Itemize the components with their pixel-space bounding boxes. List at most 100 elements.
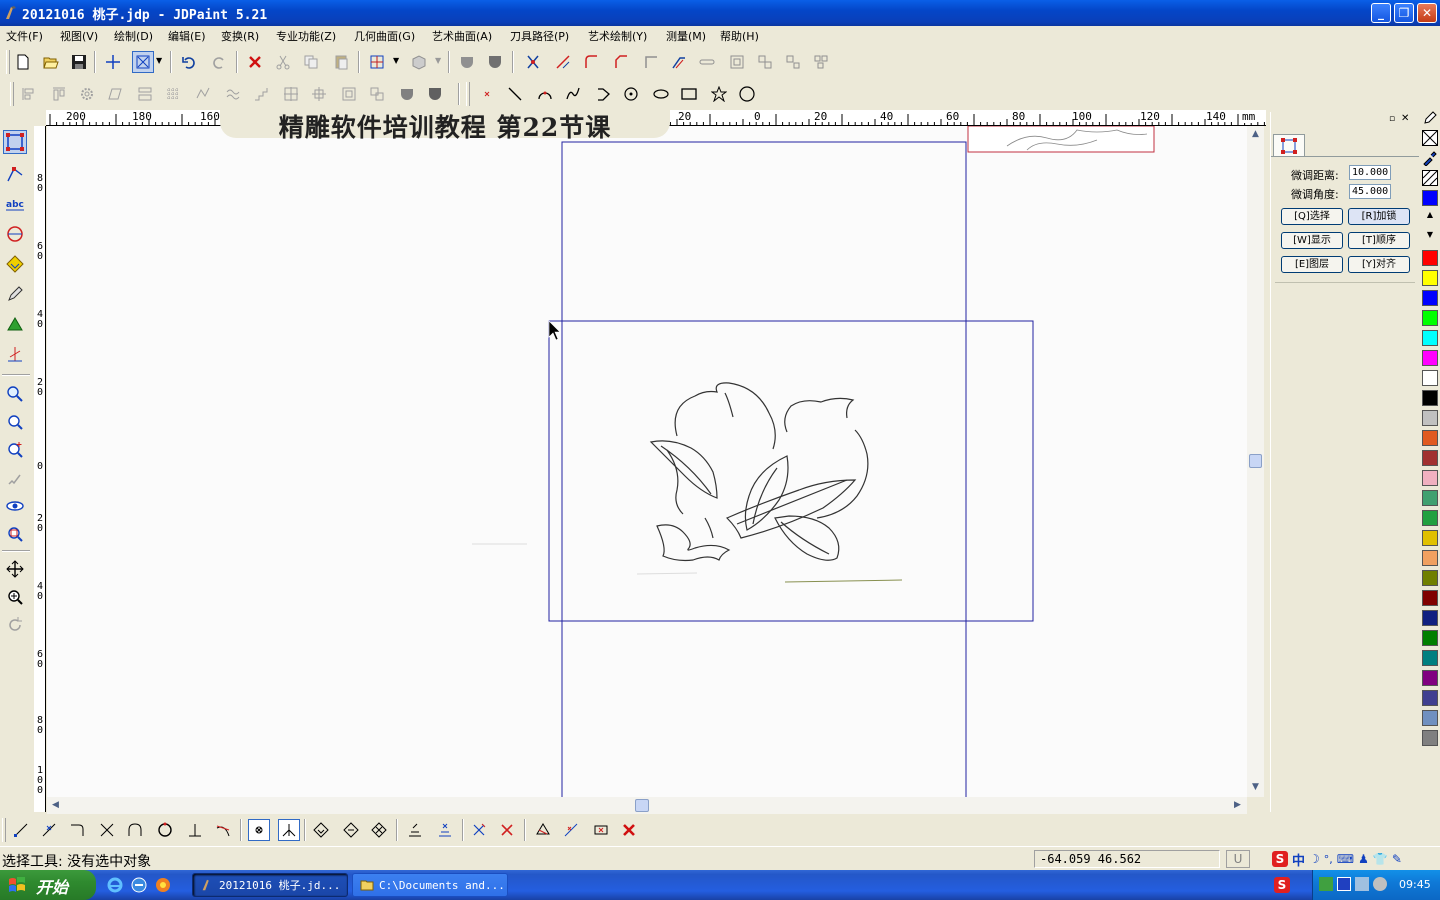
color-swatch[interactable] — [1422, 190, 1438, 206]
snap-diamond-button-3[interactable] — [368, 819, 390, 841]
ie-icon[interactable] — [106, 876, 124, 894]
node-tool-button[interactable] — [3, 162, 27, 186]
menu-pro[interactable]: 专业功能(Z) — [276, 28, 336, 44]
measure-tool-button[interactable] — [3, 342, 27, 366]
save-button[interactable] — [68, 51, 90, 73]
layout-button[interactable] — [366, 51, 388, 73]
snap-circle-button[interactable] — [154, 819, 176, 841]
ellipse-tool-button[interactable] — [650, 83, 672, 105]
rotate-view-button[interactable] — [3, 613, 27, 637]
snap-corner-button[interactable] — [66, 819, 88, 841]
panel-tab-select[interactable] — [1273, 134, 1305, 156]
align-y-button[interactable]: [Y]对齐 — [1348, 256, 1410, 273]
chamfer-button[interactable] — [610, 51, 632, 73]
sogou-tray-icon[interactable]: S — [1274, 877, 1290, 893]
grid-array-button[interactable] — [162, 83, 184, 105]
gear-button[interactable] — [76, 83, 98, 105]
wrench-icon[interactable]: ✎ — [1392, 852, 1402, 866]
panel-close-icon[interactable]: ✕ — [1401, 113, 1409, 124]
color-swatch[interactable] — [1422, 410, 1438, 426]
line-tool-button[interactable] — [504, 83, 526, 105]
workpiece-rect-horizontal[interactable] — [548, 320, 1034, 622]
fillet-button[interactable] — [580, 51, 602, 73]
unpick-tool-button[interactable] — [496, 819, 518, 841]
snap-intersection-button[interactable] — [96, 819, 118, 841]
copy-button[interactable] — [300, 51, 322, 73]
toolbar-grip[interactable] — [6, 50, 10, 74]
view-3d-button[interactable] — [408, 51, 430, 73]
start-button[interactable]: 开始 — [0, 870, 96, 900]
paste-button[interactable] — [330, 51, 352, 73]
snap-diamond-button-2[interactable] — [340, 819, 362, 841]
open-file-button[interactable] — [40, 51, 62, 73]
arc-tool-button[interactable] — [534, 83, 556, 105]
pencil-icon[interactable] — [1422, 110, 1438, 126]
shade-button[interactable] — [456, 51, 478, 73]
surface-tool-button[interactable] — [3, 222, 27, 246]
moon-icon[interactable]: ☽ — [1309, 852, 1320, 866]
task-explorer[interactable]: C:\Documents and... — [352, 873, 508, 897]
color-swatch[interactable] — [1422, 510, 1438, 526]
undo-button[interactable] — [178, 51, 200, 73]
color-swatch[interactable] — [1422, 710, 1438, 726]
scroll-up-icon[interactable]: ▲ — [1248, 127, 1263, 142]
color-swatch[interactable] — [1422, 650, 1438, 666]
menu-draw[interactable]: 绘制(D) — [114, 28, 153, 44]
color-swatch[interactable] — [1422, 490, 1438, 506]
minimize-button[interactable]: _ — [1371, 3, 1391, 23]
workpiece-rect-vertical[interactable] — [561, 141, 967, 797]
shade-button-2[interactable] — [484, 51, 506, 73]
app-flower-icon[interactable] — [154, 876, 172, 894]
color-swatch[interactable] — [1422, 590, 1438, 606]
fine-angle-input[interactable]: 45.000 — [1349, 184, 1391, 199]
zoom-window-button[interactable] — [3, 382, 27, 406]
spline-tool-button[interactable] — [562, 83, 584, 105]
pick-tool-button[interactable] — [468, 819, 490, 841]
volume-tray-icon[interactable] — [1373, 877, 1387, 891]
user-icon[interactable]: ♟ — [1358, 852, 1369, 866]
color-swatch[interactable] — [1422, 730, 1438, 746]
star-tool-button[interactable] — [708, 83, 730, 105]
menu-file[interactable]: 文件(F) — [6, 28, 43, 44]
select-q-button[interactable]: [Q]选择 — [1281, 208, 1343, 225]
no-color-icon[interactable] — [1422, 130, 1438, 146]
snap-tangent-button[interactable] — [212, 819, 234, 841]
nest-button[interactable] — [338, 83, 360, 105]
text-tool-button[interactable]: abc — [3, 192, 27, 216]
zoom-all-button[interactable] — [3, 522, 27, 546]
array-button[interactable] — [134, 83, 156, 105]
menu-toolpath[interactable]: 刀具路径(P) — [510, 28, 569, 44]
skin-icon[interactable]: 👕 — [1373, 852, 1388, 866]
vertical-scroll-thumb[interactable] — [1249, 454, 1262, 468]
vertical-scrollbar[interactable]: ▲ ▼ — [1247, 126, 1264, 797]
order-t-button[interactable]: [T]顺序 — [1348, 232, 1410, 249]
point-tool-button[interactable] — [476, 83, 498, 105]
circle-tool-button[interactable] — [736, 83, 758, 105]
view-eye-button[interactable] — [3, 494, 27, 518]
color-swatch[interactable] — [1422, 470, 1438, 486]
shade-button-4[interactable] — [424, 83, 446, 105]
color-swatch[interactable] — [1422, 250, 1438, 266]
toolbar-grip[interactable] — [466, 82, 470, 106]
menu-art-surface[interactable]: 艺术曲面(A) — [432, 28, 492, 44]
menu-geometry[interactable]: 几何曲面(G) — [354, 28, 415, 44]
frame-button[interactable] — [726, 51, 748, 73]
color-swatch[interactable] — [1422, 450, 1438, 466]
color-swatch[interactable] — [1422, 290, 1438, 306]
scroll-down-icon[interactable]: ▼ — [1248, 780, 1263, 795]
delete-button[interactable] — [244, 51, 266, 73]
merge-button[interactable] — [590, 819, 612, 841]
circle-center-tool-button[interactable] — [620, 83, 642, 105]
close-button[interactable]: ✕ — [1417, 3, 1437, 23]
color-swatch[interactable] — [1422, 570, 1438, 586]
peach-sketch[interactable] — [649, 382, 869, 562]
reference-thumbnail[interactable] — [967, 126, 1155, 153]
step-button[interactable] — [250, 83, 272, 105]
mirror-button[interactable] — [280, 83, 302, 105]
slot-button[interactable] — [696, 51, 718, 73]
color-swatch[interactable] — [1422, 310, 1438, 326]
rectangle-tool-button[interactable] — [678, 83, 700, 105]
select-tool-button[interactable] — [3, 130, 27, 154]
color-swatch[interactable] — [1422, 610, 1438, 626]
sogou-s-icon[interactable]: S — [1272, 851, 1288, 867]
